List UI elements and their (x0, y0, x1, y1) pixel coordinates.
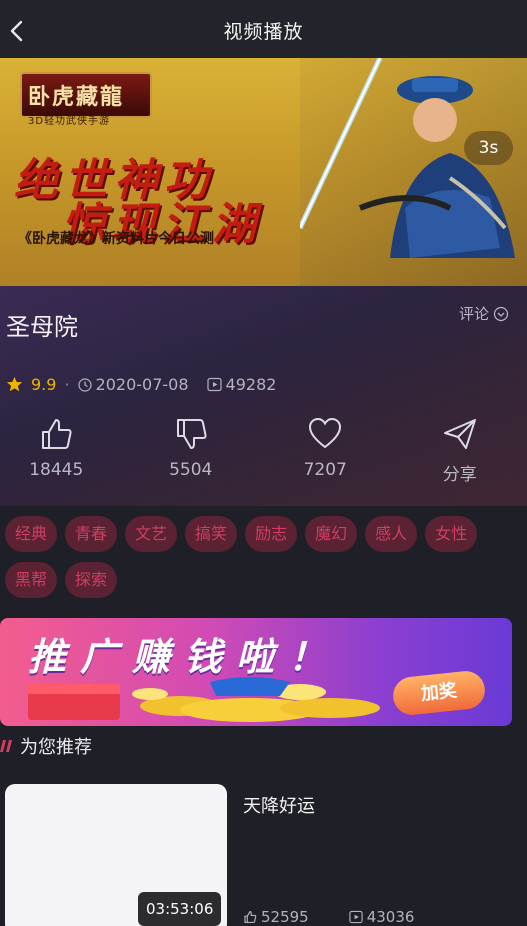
video-title: 圣母院 (6, 313, 78, 341)
comment-button[interactable]: 评论 (459, 303, 509, 324)
tag-item[interactable]: 励志 (245, 516, 298, 552)
page-title: 视频播放 (223, 21, 304, 43)
favorite-button[interactable]: 7207 (258, 416, 393, 485)
video-card[interactable]: 03:53:06 天降好运 52595 43036 (5, 784, 527, 926)
tag-item[interactable]: 女性 (425, 516, 478, 552)
warrior-illustration (300, 58, 527, 286)
card-likes: 52595 (243, 908, 309, 926)
video-duration: 03:53:06 (138, 892, 222, 926)
recommend-heading: 为您推荐 (0, 734, 92, 758)
chevron-down-circle-icon (493, 306, 509, 321)
heart-icon (309, 417, 342, 449)
share-label: 分享 (442, 465, 477, 485)
tag-item[interactable]: 感人 (365, 516, 418, 552)
card-plays: 43036 (349, 908, 415, 926)
section-mark-icon (0, 740, 12, 752)
ad-countdown[interactable]: 3s (464, 131, 513, 165)
thumbs-up-icon (244, 910, 257, 924)
play-count-icon (206, 377, 222, 392)
tag-item[interactable]: 青春 (65, 516, 118, 552)
video-card-title[interactable]: 天降好运 (243, 792, 315, 818)
promo-headline: 推广赚钱啦！ (28, 635, 341, 679)
play-count-icon (349, 910, 363, 924)
share-button[interactable]: 分享 (393, 416, 527, 485)
promo-banner[interactable]: 推广赚钱啦！ 加奖 (0, 618, 512, 726)
thumbs-up-icon (42, 419, 72, 449)
logo-subtitle: 3D轻功武侠手游 (28, 116, 111, 127)
publish-date: 2020-07-08 (95, 375, 189, 394)
star-icon (6, 376, 23, 392)
tag-item[interactable]: 文艺 (125, 516, 178, 552)
thumbs-down-icon (176, 419, 207, 449)
tag-item[interactable]: 魔幻 (305, 516, 358, 552)
video-thumbnail[interactable]: 03:53:06 (5, 784, 227, 926)
dislike-button[interactable]: 5504 (124, 416, 259, 485)
recommend-heading-text: 为您推荐 (20, 737, 92, 758)
rating-score: 9.9 (31, 375, 57, 394)
card-play-count: 43036 (366, 908, 415, 926)
play-count: 49282 (225, 375, 277, 394)
separator-dot: · (64, 375, 70, 394)
video-meta: 9.9 · 2020-07-08 49282 (6, 375, 276, 394)
dislike-count: 5504 (169, 460, 213, 480)
tag-item[interactable]: 探索 (65, 562, 118, 598)
favorite-count: 7207 (303, 460, 347, 480)
card-like-count: 52595 (261, 908, 309, 926)
tag-item[interactable]: 黑帮 (5, 562, 58, 598)
tag-item[interactable]: 经典 (5, 516, 58, 552)
video-card-stats: 52595 43036 (243, 908, 414, 926)
clock-icon (77, 377, 92, 392)
ad-caption: 《卧虎藏龙》新资料片今日公测 (18, 231, 214, 247)
comment-label: 评论 (459, 305, 490, 323)
tag-item[interactable]: 搞笑 (185, 516, 238, 552)
action-bar: 18445 5504 7207 分享 (0, 416, 527, 485)
ad-banner[interactable]: 卧虎藏龍 3D轻功武侠手游 绝世神功 惊现江湖 《卧虎藏龙》新资料片今日公测 3… (0, 58, 527, 286)
paper-plane-icon (443, 419, 476, 449)
tag-list: 经典 青春 文艺 搞笑 励志 魔幻 感人 女性 黑帮 探索 (5, 516, 525, 598)
video-info-panel: 圣母院 评论 9.9 · 2020-07-08 49282 18445 5504… (0, 286, 527, 506)
like-count: 18445 (29, 460, 84, 480)
like-button[interactable]: 18445 (0, 416, 124, 485)
top-bar: 视频播放 (0, 0, 527, 58)
